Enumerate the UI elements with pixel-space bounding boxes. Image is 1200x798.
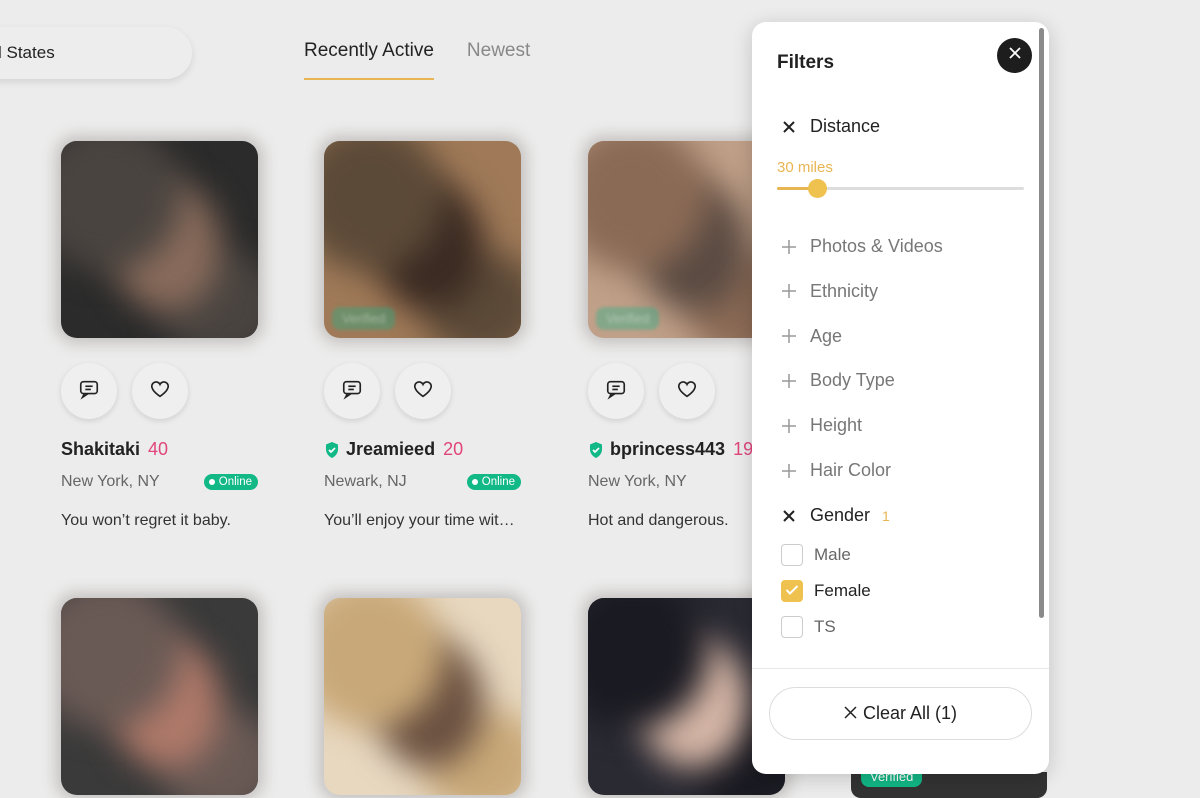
- online-badge: Online: [466, 474, 521, 490]
- photo-verified-tag: Verified: [861, 772, 923, 787]
- filter-label: Age: [810, 325, 843, 346]
- profile-age: 40: [148, 439, 169, 459]
- plus-icon: [780, 418, 798, 433]
- clear-all-button[interactable]: Clear All (1): [769, 687, 1032, 740]
- filter-label: Height: [810, 415, 863, 436]
- filter-label: Body Type: [810, 370, 895, 391]
- message-icon: [341, 378, 363, 405]
- close-filters-button[interactable]: [997, 38, 1032, 73]
- shield-check-icon: [588, 441, 604, 459]
- profile-card-peek[interactable]: Verified: [851, 772, 1047, 798]
- like-button[interactable]: [395, 363, 451, 419]
- x-icon: [780, 120, 798, 133]
- gender-count-badge: 1: [882, 507, 890, 524]
- clear-all-label: Clear All (1): [862, 703, 958, 723]
- x-icon: [780, 509, 798, 522]
- profile-photo[interactable]: Verified: [324, 141, 521, 338]
- location-label: l States: [0, 43, 55, 62]
- filter-hair-color[interactable]: Hair Color: [780, 460, 891, 481]
- profile-name[interactable]: Jreamieed: [346, 439, 435, 460]
- profile-card[interactable]: [324, 598, 524, 795]
- plus-icon: [780, 463, 798, 478]
- profile-bio: You won’t regret it baby.: [61, 512, 231, 529]
- filter-label: Ethnicity: [810, 280, 879, 301]
- message-icon: [78, 378, 100, 405]
- profile-location: New York, NY: [588, 473, 687, 490]
- plus-icon: [780, 239, 798, 254]
- gender-option-ts[interactable]: TS: [781, 616, 836, 638]
- checkbox[interactable]: [781, 580, 803, 602]
- plus-icon: [780, 329, 798, 344]
- profile-location: Newark, NJ: [324, 473, 407, 490]
- filter-body-type[interactable]: Body Type: [780, 370, 895, 391]
- online-badge: Online: [203, 474, 258, 490]
- checkbox[interactable]: [781, 544, 803, 566]
- message-button[interactable]: [61, 363, 117, 419]
- tab-newest[interactable]: Newest: [467, 40, 530, 80]
- message-icon: [605, 378, 627, 405]
- heart-icon: [676, 378, 698, 405]
- checkmark-icon: [785, 581, 799, 601]
- filters-title: Filters: [777, 52, 835, 73]
- plus-icon: [780, 284, 798, 299]
- option-label: Female: [814, 581, 871, 600]
- location-selector[interactable]: l States: [0, 27, 192, 79]
- tab-recently-active[interactable]: Recently Active: [304, 40, 434, 80]
- profile-card[interactable]: [61, 598, 261, 795]
- online-dot: [471, 479, 478, 485]
- checkbox[interactable]: [781, 616, 803, 638]
- profile-card[interactable]: Shakitaki 40 New York, NY Online You won…: [61, 141, 261, 530]
- divider: [752, 668, 1049, 669]
- sort-tabs: Recently Active Newest: [304, 40, 530, 80]
- filter-photos-videos[interactable]: Photos & Videos: [780, 236, 943, 257]
- gender-option-male[interactable]: Male: [781, 544, 851, 566]
- profile-photo[interactable]: [61, 141, 258, 338]
- like-button[interactable]: [132, 363, 188, 419]
- online-dot: [208, 479, 215, 485]
- plus-icon: [780, 373, 798, 388]
- shield-check-icon: [324, 441, 340, 459]
- profile-photo[interactable]: [324, 598, 521, 795]
- gender-option-female[interactable]: Female: [781, 580, 871, 602]
- distance-slider[interactable]: [777, 179, 1024, 198]
- heart-icon: [412, 378, 434, 405]
- panel-scrollbar[interactable]: [1039, 28, 1044, 618]
- profile-photo[interactable]: [61, 598, 258, 795]
- photo-verified-tag: Verified: [596, 307, 660, 330]
- photo-verified-tag: Verified: [332, 307, 396, 330]
- profile-location: New York, NY: [61, 473, 160, 490]
- distance-value: 30 miles: [777, 159, 833, 176]
- option-label: TS: [814, 617, 836, 636]
- filter-gender[interactable]: Gender 1: [780, 505, 890, 526]
- online-label: Online: [218, 476, 252, 488]
- slider-thumb[interactable]: [807, 179, 827, 198]
- message-button[interactable]: [324, 363, 380, 419]
- filter-distance-label: Distance: [810, 116, 881, 136]
- message-button[interactable]: [588, 363, 644, 419]
- filter-label: Photos & Videos: [810, 236, 943, 256]
- profile-card[interactable]: Verified Jreamieed 20 Newark, NJ Online …: [324, 141, 524, 530]
- filter-label: Hair Color: [810, 460, 892, 480]
- heart-icon: [149, 378, 171, 405]
- profile-bio: You’ll enjoy your time wit…: [324, 512, 515, 529]
- filter-ethnicity[interactable]: Ethnicity: [780, 281, 878, 302]
- filter-distance[interactable]: Distance: [780, 116, 880, 137]
- profile-age: 19: [733, 439, 754, 459]
- filter-age[interactable]: Age: [780, 326, 842, 347]
- option-label: Male: [814, 545, 851, 564]
- filter-gender-label: Gender: [810, 505, 871, 525]
- profile-age: 20: [443, 439, 464, 459]
- profile-name[interactable]: Shakitaki: [61, 439, 140, 460]
- filters-panel: Filters Distance 30 miles Photos & Video…: [752, 22, 1049, 774]
- filter-height[interactable]: Height: [780, 415, 862, 436]
- profile-name[interactable]: bprincess443: [610, 439, 725, 460]
- like-button[interactable]: [659, 363, 715, 419]
- online-label: Online: [481, 476, 515, 488]
- close-icon: [1008, 46, 1022, 65]
- close-icon: [844, 703, 857, 724]
